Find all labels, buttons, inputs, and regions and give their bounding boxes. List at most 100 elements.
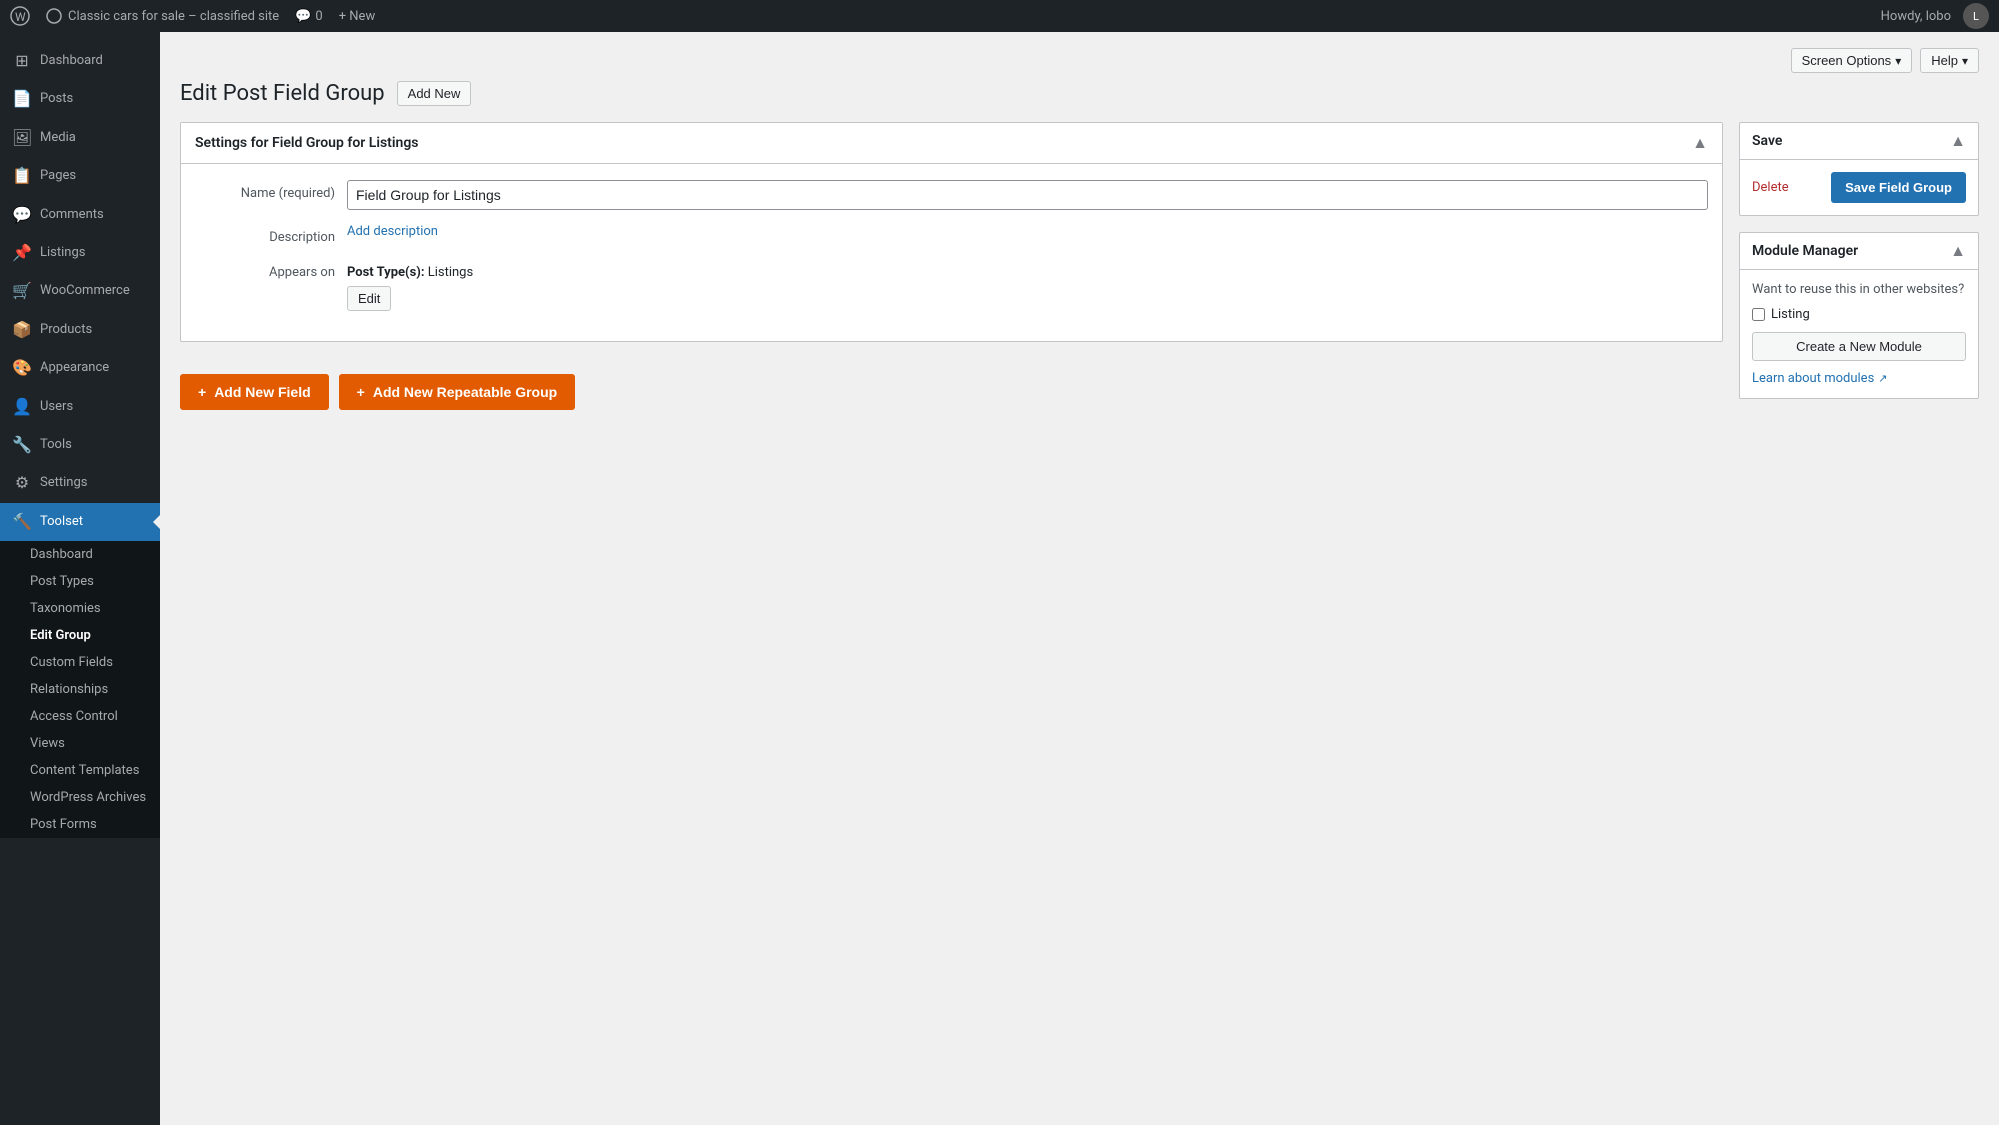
submenu-item-content-templates[interactable]: Content Templates bbox=[0, 757, 160, 784]
sidebar-item-woocommerce[interactable]: 🛒 WooCommerce bbox=[0, 272, 160, 310]
external-link-icon: ↗ bbox=[1878, 372, 1887, 385]
name-input[interactable] bbox=[347, 180, 1708, 210]
plus-group-icon: + bbox=[357, 384, 365, 400]
screen-options-chevron-icon: ▾ bbox=[1895, 54, 1901, 68]
screen-options-button[interactable]: Screen Options ▾ bbox=[1791, 48, 1913, 73]
woocommerce-icon: 🛒 bbox=[12, 280, 32, 302]
save-panel-header: Save ▲ bbox=[1740, 123, 1978, 160]
module-description: Want to reuse this in other websites? bbox=[1752, 282, 1966, 297]
submenu-item-custom-fields[interactable]: Custom Fields bbox=[0, 649, 160, 676]
sidebar-item-settings[interactable]: ⚙ Settings bbox=[0, 464, 160, 502]
postbox-toggle-icon[interactable]: ▲ bbox=[1692, 133, 1708, 153]
main-panel: Settings for Field Group for Listings ▲ … bbox=[180, 122, 1723, 426]
wp-logo-icon[interactable]: W bbox=[10, 6, 30, 26]
products-icon: 📦 bbox=[12, 319, 32, 341]
create-new-module-button[interactable]: Create a New Module bbox=[1752, 332, 1966, 361]
sidebar-item-media[interactable]: 🖼 Media bbox=[0, 119, 160, 157]
description-label: Description bbox=[195, 224, 335, 245]
settings-icon: ⚙ bbox=[12, 472, 32, 494]
sidebar-item-products[interactable]: 📦 Products bbox=[0, 311, 160, 349]
submenu-item-access-control[interactable]: Access Control bbox=[0, 703, 160, 730]
edit-appears-on-button[interactable]: Edit bbox=[347, 286, 391, 311]
admin-bar: W Classic cars for sale – classified sit… bbox=[0, 0, 1999, 32]
new-content-link[interactable]: + New bbox=[339, 9, 376, 24]
sidebar-item-tools[interactable]: 🔧 Tools bbox=[0, 426, 160, 464]
appears-on-value: Post Type(s): Listings Edit bbox=[347, 259, 473, 311]
sidebar-item-posts[interactable]: 📄 Posts bbox=[0, 80, 160, 118]
postbox-title: Settings for Field Group for Listings bbox=[195, 135, 419, 151]
sidebar-item-appearance[interactable]: 🎨 Appearance bbox=[0, 349, 160, 387]
learn-about-modules-link[interactable]: Learn about modules ↗ bbox=[1752, 371, 1966, 386]
postbox-body: Name (required) Description Add descript… bbox=[181, 164, 1722, 341]
submenu-item-post-forms[interactable]: Post Forms bbox=[0, 811, 160, 838]
submenu-item-views[interactable]: Views bbox=[0, 730, 160, 757]
howdy-text: Howdy, lobo bbox=[1881, 9, 1951, 24]
save-panel-toggle-icon[interactable]: ▲ bbox=[1950, 131, 1966, 151]
page-title-area: Edit Post Field Group Add New bbox=[180, 81, 1979, 106]
module-manager-toggle-icon[interactable]: ▲ bbox=[1950, 241, 1966, 261]
name-label: Name (required) bbox=[195, 180, 335, 201]
appears-on-row: Appears on Post Type(s): Listings Edit bbox=[195, 259, 1708, 311]
sidebar-item-toolset[interactable]: 🔨 Toolset bbox=[0, 503, 160, 541]
field-group-settings-box: Settings for Field Group for Listings ▲ … bbox=[180, 122, 1723, 342]
description-row: Description Add description bbox=[195, 224, 1708, 245]
listing-checkbox-label[interactable]: Listing bbox=[1771, 307, 1810, 322]
toolset-submenu: Dashboard Post Types Taxonomies Edit Gro… bbox=[0, 541, 160, 838]
plus-icon: + bbox=[198, 384, 206, 400]
module-manager-header: Module Manager ▲ bbox=[1740, 233, 1978, 270]
module-manager-title: Module Manager bbox=[1752, 243, 1858, 259]
module-manager-panel: Module Manager ▲ Want to reuse this in o… bbox=[1739, 232, 1979, 399]
add-new-button[interactable]: Add New bbox=[397, 81, 472, 106]
delete-link[interactable]: Delete bbox=[1752, 180, 1789, 195]
dashboard-icon: ⊞ bbox=[12, 50, 32, 72]
action-buttons: + Add New Field + Add New Repeatable Gro… bbox=[180, 358, 1723, 426]
main-content: Screen Options ▾ Help ▾ Edit Post Field … bbox=[160, 32, 1999, 1125]
users-icon: 👤 bbox=[12, 396, 32, 418]
postbox-header: Settings for Field Group for Listings ▲ bbox=[181, 123, 1722, 164]
submenu-item-dashboard[interactable]: Dashboard bbox=[0, 541, 160, 568]
media-icon: 🖼 bbox=[12, 127, 32, 149]
save-panel-body: Delete Save Field Group bbox=[1740, 160, 1978, 215]
comments-link[interactable]: 💬 0 bbox=[295, 9, 323, 24]
appearance-icon: 🎨 bbox=[12, 357, 32, 379]
top-bar: Screen Options ▾ Help ▾ bbox=[180, 48, 1979, 73]
page-title: Edit Post Field Group bbox=[180, 81, 385, 106]
sidebar-item-dashboard[interactable]: ⊞ Dashboard bbox=[0, 42, 160, 80]
save-panel-title: Save bbox=[1752, 133, 1782, 149]
submenu-item-taxonomies[interactable]: Taxonomies bbox=[0, 595, 160, 622]
side-panel: Save ▲ Delete Save Field Group Module Ma… bbox=[1739, 122, 1979, 415]
add-description-link[interactable]: Add description bbox=[347, 224, 438, 239]
save-field-group-button[interactable]: Save Field Group bbox=[1831, 172, 1966, 203]
appears-on-label: Appears on bbox=[195, 259, 335, 280]
submenu-item-relationships[interactable]: Relationships bbox=[0, 676, 160, 703]
help-chevron-icon: ▾ bbox=[1962, 54, 1968, 68]
comments-icon: 💬 bbox=[12, 204, 32, 226]
save-delete-row: Delete Save Field Group bbox=[1752, 172, 1966, 203]
listings-icon: 📌 bbox=[12, 242, 32, 264]
posts-icon: 📄 bbox=[12, 88, 32, 110]
site-name[interactable]: Classic cars for sale – classified site bbox=[46, 8, 279, 24]
submenu-item-wordpress-archives[interactable]: WordPress Archives bbox=[0, 784, 160, 811]
add-new-repeatable-group-button[interactable]: + Add New Repeatable Group bbox=[339, 374, 576, 410]
sidebar-item-users[interactable]: 👤 Users bbox=[0, 388, 160, 426]
sidebar: ⊞ Dashboard 📄 Posts 🖼 Media 📋 Pages 💬 Co… bbox=[0, 32, 160, 1125]
listing-checkbox-row: Listing bbox=[1752, 307, 1966, 322]
submenu-item-post-types[interactable]: Post Types bbox=[0, 568, 160, 595]
svg-text:W: W bbox=[15, 10, 26, 24]
submenu-item-edit-group[interactable]: Edit Group bbox=[0, 622, 160, 649]
module-manager-body: Want to reuse this in other websites? Li… bbox=[1740, 270, 1978, 398]
save-panel: Save ▲ Delete Save Field Group bbox=[1739, 122, 1979, 216]
help-button[interactable]: Help ▾ bbox=[1920, 48, 1979, 73]
listing-checkbox[interactable] bbox=[1752, 308, 1765, 321]
name-row: Name (required) bbox=[195, 180, 1708, 210]
sidebar-item-pages[interactable]: 📋 Pages bbox=[0, 157, 160, 195]
pages-icon: 📋 bbox=[12, 165, 32, 187]
sidebar-item-comments[interactable]: 💬 Comments bbox=[0, 196, 160, 234]
tools-icon: 🔧 bbox=[12, 434, 32, 456]
sidebar-item-listings[interactable]: 📌 Listings bbox=[0, 234, 160, 272]
avatar: L bbox=[1963, 3, 1989, 29]
admin-bar-right: Howdy, lobo L bbox=[1881, 3, 1989, 29]
content-grid: Settings for Field Group for Listings ▲ … bbox=[180, 122, 1979, 426]
toolset-icon: 🔨 bbox=[12, 511, 32, 533]
add-new-field-button[interactable]: + Add New Field bbox=[180, 374, 329, 410]
